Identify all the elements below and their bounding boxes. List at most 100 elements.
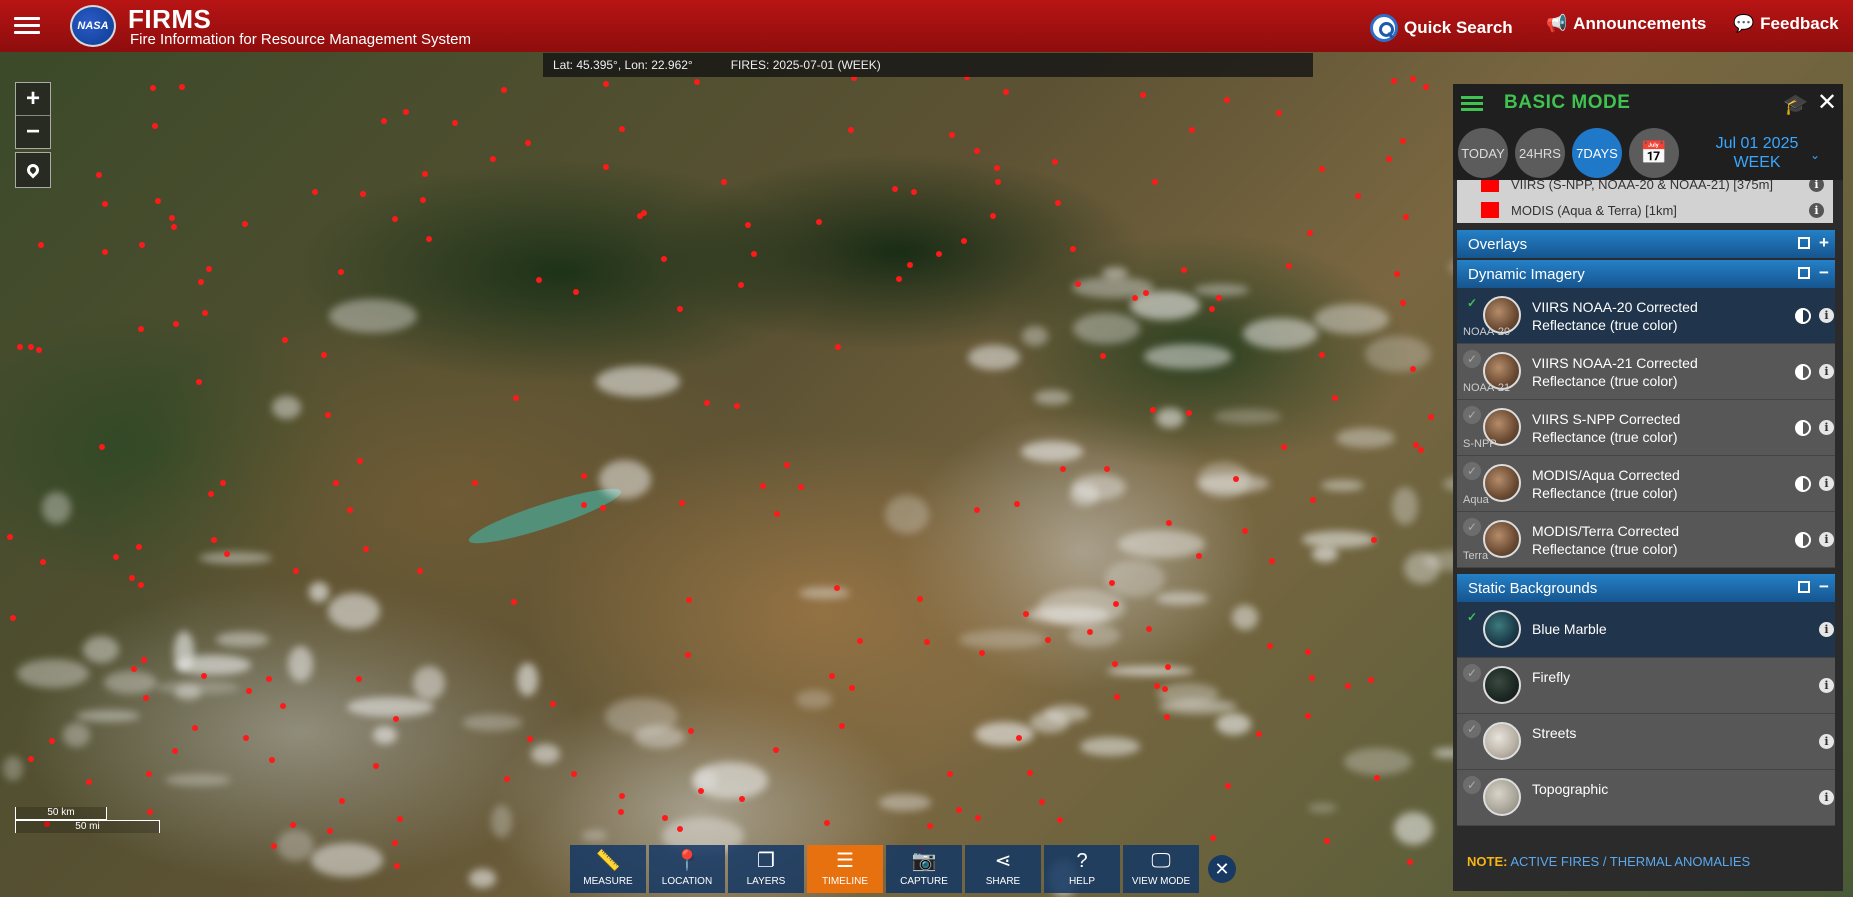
opacity-icon[interactable] <box>1795 420 1811 436</box>
fire-detection-dot[interactable] <box>290 822 296 828</box>
fire-detection-dot[interactable] <box>581 502 587 508</box>
fire-detection-dot[interactable] <box>1075 281 1081 287</box>
fire-detection-dot[interactable] <box>138 326 144 332</box>
fire-detection-dot[interactable] <box>150 85 156 91</box>
fire-detection-dot[interactable] <box>392 216 398 222</box>
fire-detection-dot[interactable] <box>28 756 34 762</box>
fire-detection-dot[interactable] <box>504 776 510 782</box>
fire-detection-dot[interactable] <box>1045 637 1051 643</box>
fire-detection-dot[interactable] <box>102 201 108 207</box>
fire-detection-dot[interactable] <box>1109 580 1115 586</box>
fire-detection-dot[interactable] <box>979 650 985 656</box>
fire-detection-dot[interactable] <box>266 676 272 682</box>
fire-detection-dot[interactable] <box>131 666 137 672</box>
feedback-button[interactable]: 💬 Feedback <box>1733 14 1839 34</box>
7days-button[interactable]: 7DAYS <box>1572 128 1622 178</box>
fire-detection-dot[interactable] <box>704 400 710 406</box>
windows-icon[interactable] <box>1798 267 1810 279</box>
panel-menu-icon[interactable] <box>1461 93 1483 114</box>
info-icon[interactable]: i <box>1809 203 1824 218</box>
fire-detection-dot[interactable] <box>994 165 1000 171</box>
fire-detection-dot[interactable] <box>321 352 327 358</box>
info-icon[interactable]: i <box>1819 532 1834 547</box>
fire-detection-dot[interactable] <box>1345 683 1351 689</box>
fire-detection-dot[interactable] <box>1267 643 1273 649</box>
fire-detection-dot[interactable] <box>1113 601 1119 607</box>
opacity-icon[interactable] <box>1795 532 1811 548</box>
fire-detection-dot[interactable] <box>211 537 217 543</box>
fire-detection-dot[interactable] <box>688 728 694 734</box>
fire-detection-dot[interactable] <box>917 596 923 602</box>
expand-plus-icon[interactable]: + <box>1819 233 1829 253</box>
fire-detection-dot[interactable] <box>1332 395 1338 401</box>
fire-detection-dot[interactable] <box>694 79 700 85</box>
fire-detection-dot[interactable] <box>839 723 845 729</box>
fire-detection-dot[interactable] <box>1210 835 1216 841</box>
fire-detection-dot[interactable] <box>392 840 398 846</box>
fire-detection-dot[interactable] <box>679 500 685 506</box>
quick-search-button[interactable]: Quick Search <box>1370 14 1513 42</box>
fire-detection-dot[interactable] <box>527 736 533 742</box>
checkmark-icon[interactable]: ✓ <box>1463 518 1481 536</box>
fire-detection-dot[interactable] <box>995 179 1001 185</box>
fire-detection-dot[interactable] <box>1410 366 1416 372</box>
fire-detection-dot[interactable] <box>974 507 980 513</box>
fire-detection-dot[interactable] <box>550 701 556 707</box>
fire-detection-dot[interactable] <box>422 171 428 177</box>
fire-detection-dot[interactable] <box>208 491 214 497</box>
info-icon[interactable]: i <box>1819 420 1834 435</box>
fire-detection-dot[interactable] <box>147 809 153 815</box>
collapse-minus-icon[interactable]: − <box>1819 263 1829 283</box>
fire-detection-dot[interactable] <box>974 148 980 154</box>
opacity-icon[interactable] <box>1795 476 1811 492</box>
fire-detection-dot[interactable] <box>1355 193 1361 199</box>
fire-detection-dot[interactable] <box>1087 629 1093 635</box>
dynamic-imagery-section-header[interactable]: Dynamic Imagery − <box>1457 260 1835 288</box>
fire-detection-dot[interactable] <box>397 816 403 822</box>
fire-detection-dot[interactable] <box>936 251 942 257</box>
fire-detection-dot[interactable] <box>356 676 362 682</box>
fire-detection-dot[interactable] <box>1423 84 1429 90</box>
fire-detection-dot[interactable] <box>1286 263 1292 269</box>
info-icon[interactable]: i <box>1819 790 1834 805</box>
fire-detection-dot[interactable] <box>581 473 587 479</box>
fire-detection-dot[interactable] <box>152 123 158 129</box>
fire-detection-dot[interactable] <box>393 716 399 722</box>
main-menu-icon[interactable] <box>14 13 40 37</box>
fire-detection-dot[interactable] <box>661 256 667 262</box>
fire-detection-dot[interactable] <box>242 221 248 227</box>
fire-detection-dot[interactable] <box>146 771 152 777</box>
fire-detection-dot[interactable] <box>472 480 478 486</box>
calendar-icon[interactable]: 📅 <box>1629 128 1679 178</box>
fire-detection-dot[interactable] <box>327 828 333 834</box>
info-icon[interactable]: i <box>1819 476 1834 491</box>
fire-detection-dot[interactable] <box>927 823 933 829</box>
fire-detection-dot[interactable] <box>1186 410 1192 416</box>
fire-detection-dot[interactable] <box>1309 675 1315 681</box>
fire-detection-dot[interactable] <box>452 120 458 126</box>
fire-detection-dot[interactable] <box>155 198 161 204</box>
fire-detection-dot[interactable] <box>1027 770 1033 776</box>
fire-detection-dot[interactable] <box>536 277 542 283</box>
layer-modis-aqua[interactable]: ✓ Aqua MODIS/Aqua Corrected Reflectance … <box>1457 456 1835 512</box>
measure-button[interactable]: 📏 MEASURE <box>570 845 646 893</box>
info-icon[interactable]: i <box>1819 364 1834 379</box>
fire-detection-dot[interactable] <box>1189 127 1195 133</box>
fire-detection-dot[interactable] <box>1371 537 1377 543</box>
zoom-out-button[interactable]: − <box>16 115 50 148</box>
fire-detection-dot[interactable] <box>196 379 202 385</box>
fire-detection-dot[interactable] <box>773 747 779 753</box>
fire-detection-dot[interactable] <box>1154 683 1160 689</box>
info-icon[interactable]: i <box>1819 308 1834 323</box>
fire-detection-dot[interactable] <box>293 568 299 574</box>
today-button[interactable]: TODAY <box>1458 128 1508 178</box>
fire-detection-dot[interactable] <box>169 215 175 221</box>
my-location-button[interactable] <box>15 152 51 188</box>
fire-detection-dot[interactable] <box>1003 89 1009 95</box>
fire-detection-dot[interactable] <box>1418 447 1424 453</box>
fire-detection-dot[interactable] <box>1307 230 1313 236</box>
fire-detection-dot[interactable] <box>206 266 212 272</box>
fire-detection-dot[interactable] <box>1146 626 1152 632</box>
fire-detection-dot[interactable] <box>138 582 144 588</box>
fire-detection-dot[interactable] <box>1164 714 1170 720</box>
